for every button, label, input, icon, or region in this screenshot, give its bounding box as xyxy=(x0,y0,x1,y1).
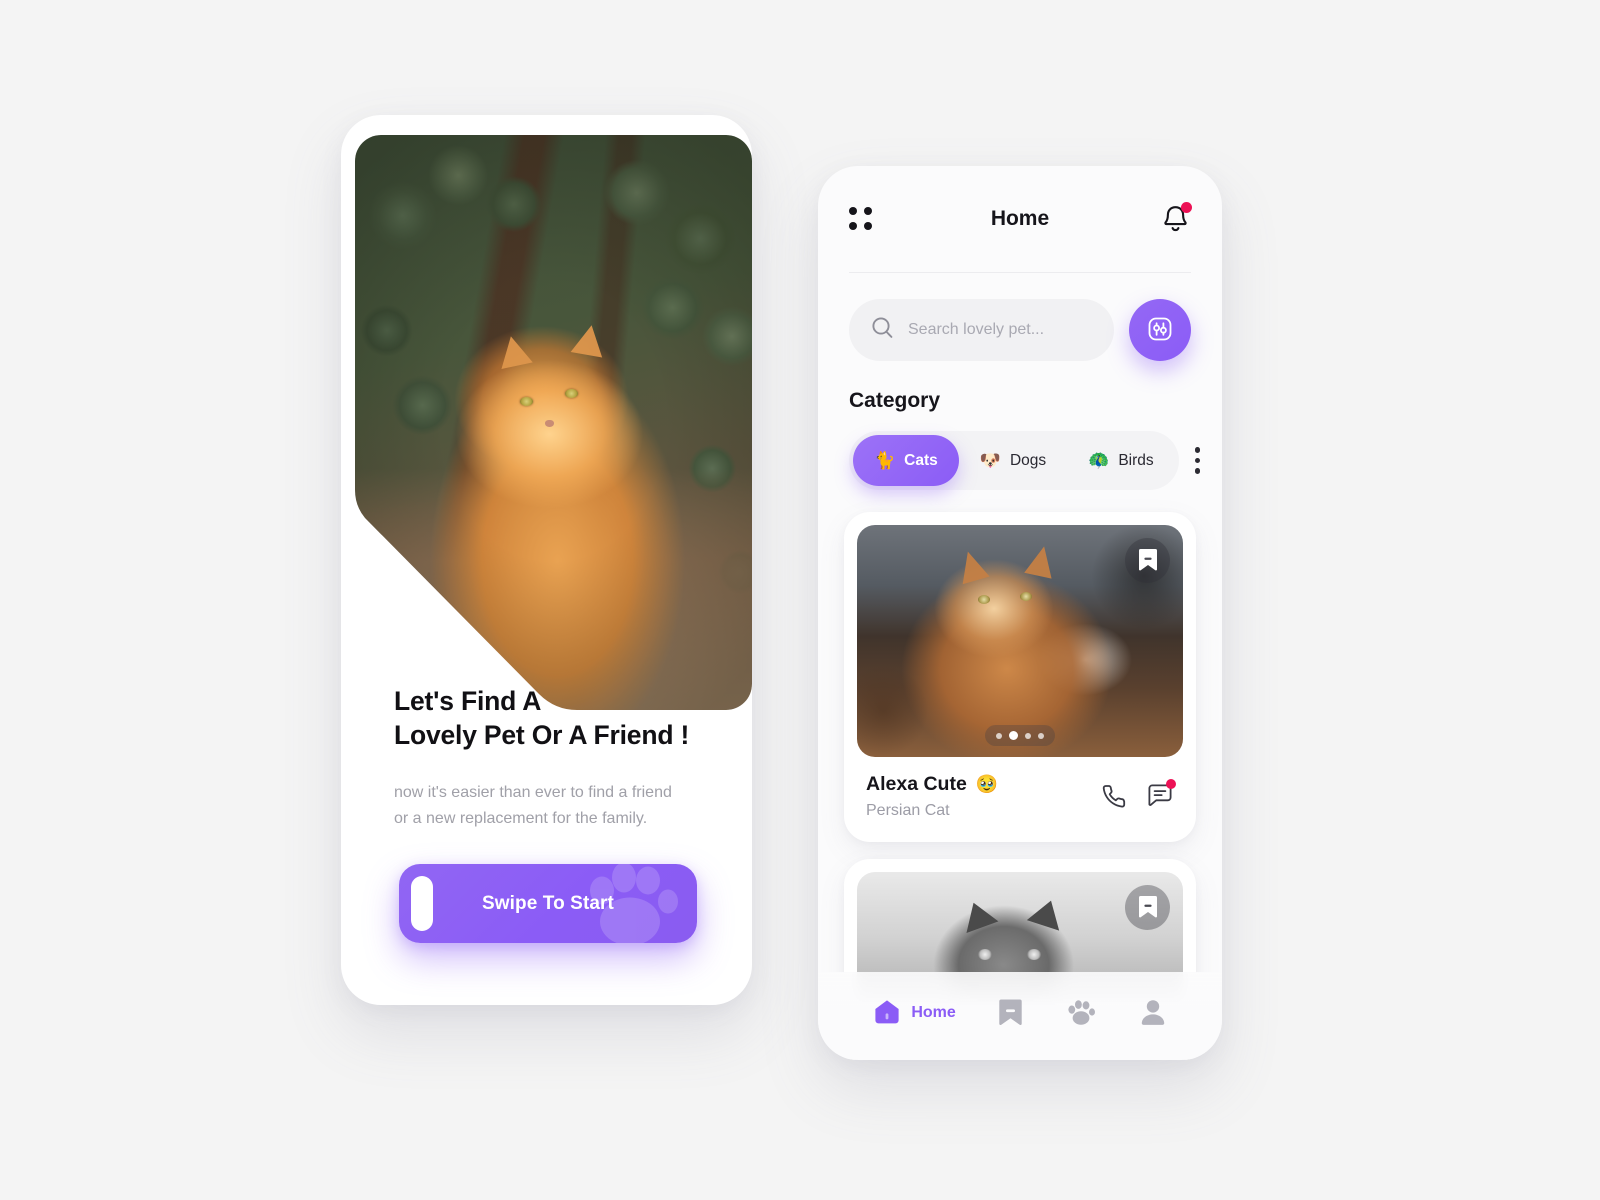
pet-name-row: Alexa Cute 🥹 xyxy=(866,773,1100,796)
pet-breed: Persian Cat xyxy=(866,802,950,819)
paw-icon xyxy=(1066,998,1096,1029)
onboarding-title: Let's Find A Lovely Pet Or A Friend ! xyxy=(394,685,714,753)
category-chip-cats[interactable]: 🐈 Cats xyxy=(853,435,959,486)
bookmark-button[interactable] xyxy=(1125,885,1170,930)
notification-badge xyxy=(1181,202,1192,213)
swipe-to-start-button[interactable]: Swipe To Start xyxy=(399,864,697,943)
search-icon xyxy=(871,316,894,344)
bird-emoji-icon: 🦚 xyxy=(1088,451,1110,470)
onboarding-title-line-1: Let's Find A xyxy=(394,686,542,716)
kebab-dot xyxy=(1194,457,1201,464)
bookmark-icon xyxy=(1138,895,1158,921)
pet-card-photo[interactable] xyxy=(857,525,1183,757)
kebab-dot xyxy=(1194,468,1201,474)
pet-card-meta: Alexa Cute 🥹 Persian Cat xyxy=(857,757,1183,829)
pet-card-actions xyxy=(1100,778,1176,812)
onboarding-subtitle-line-2: or a new replacement for the family. xyxy=(394,809,648,827)
screenshot-canvas: Let's Find A Lovely Pet Or A Friend ! no… xyxy=(0,0,1600,1200)
dog-emoji-icon: 🐶 xyxy=(979,451,1001,470)
onboarding-title-line-2: Lovely Pet Or A Friend ! xyxy=(394,719,690,750)
search-box[interactable] xyxy=(849,299,1114,361)
nav-item-home-label: Home xyxy=(911,1004,956,1021)
call-button[interactable] xyxy=(1100,782,1127,812)
bookmark-icon xyxy=(998,998,1023,1029)
phone-icon xyxy=(1100,782,1127,812)
bell-icon xyxy=(1161,206,1190,238)
onboarding-screen: Let's Find A Lovely Pet Or A Friend ! no… xyxy=(341,115,752,1005)
nav-item-pets[interactable] xyxy=(1066,998,1096,1029)
person-icon xyxy=(1139,998,1167,1029)
cat-ear-right xyxy=(1023,543,1058,579)
grid-dot xyxy=(849,222,857,230)
cat-eye-left xyxy=(977,594,990,604)
category-chip-cats-label: Cats xyxy=(904,451,938,469)
carousel-dot-active[interactable] xyxy=(1009,731,1018,740)
category-chips-track: 🐈 Cats 🐶 Dogs 🦚 Birds xyxy=(849,431,1179,490)
kebab-menu-icon[interactable] xyxy=(1183,447,1213,474)
app-header: Home xyxy=(818,166,1222,272)
category-chip-birds-label: Birds xyxy=(1118,451,1154,469)
onboarding-copy: Let's Find A Lovely Pet Or A Friend ! no… xyxy=(394,685,714,832)
swipe-to-start-label: Swipe To Start xyxy=(482,892,614,914)
cat-eye-right xyxy=(1026,948,1041,960)
carousel-dot[interactable] xyxy=(996,732,1002,739)
sliders-icon xyxy=(1145,314,1175,347)
grid-dot xyxy=(849,207,857,215)
notifications-button[interactable] xyxy=(1161,202,1192,238)
cat-nose xyxy=(545,420,554,427)
cat-eye-left xyxy=(520,397,533,406)
home-screen: Home Search lovely pet... Category 🐈 Cat… xyxy=(818,166,1222,1060)
pet-name-emoji-icon: 🥹 xyxy=(975,774,999,794)
kebab-dot xyxy=(1194,447,1201,453)
onboarding-subtitle: now it's easier than ever to find a frie… xyxy=(394,780,714,832)
pet-name: Alexa Cute xyxy=(866,773,967,795)
pet-card[interactable]: Alexa Cute 🥹 Persian Cat xyxy=(844,512,1196,842)
carousel-dot[interactable] xyxy=(1038,732,1044,739)
search-row xyxy=(818,273,1222,361)
category-chips-row: 🐈 Cats 🐶 Dogs 🦚 Birds xyxy=(818,413,1222,490)
category-chip-dogs-label: Dogs xyxy=(1009,451,1047,469)
cat-emoji-icon: 🐈 xyxy=(874,451,896,470)
cat-eye-left xyxy=(977,948,992,960)
nav-item-home[interactable]: Home xyxy=(873,998,956,1029)
carousel-dot[interactable] xyxy=(1025,732,1031,739)
hero-image-container xyxy=(355,135,752,710)
search-input[interactable] xyxy=(908,321,1092,339)
category-section-title: Category xyxy=(849,389,941,412)
chat-unread-badge xyxy=(1166,778,1176,789)
grid-dot xyxy=(864,207,872,215)
pet-card-names: Alexa Cute 🥹 Persian Cat xyxy=(866,773,1100,820)
chat-button[interactable] xyxy=(1146,778,1176,812)
grid-dots-icon[interactable] xyxy=(849,207,873,231)
bookmark-button[interactable] xyxy=(1125,538,1170,583)
nav-item-saved[interactable] xyxy=(998,998,1023,1029)
onboarding-subtitle-line-1: now it's easier than ever to find a frie… xyxy=(394,783,672,801)
cat-ear-right xyxy=(571,322,608,357)
home-icon xyxy=(873,998,901,1029)
hero-image-ginger-cat xyxy=(355,135,752,710)
filter-button[interactable] xyxy=(1129,299,1191,361)
carousel-dots[interactable] xyxy=(985,725,1055,746)
swipe-handle[interactable] xyxy=(411,876,433,931)
category-chip-birds[interactable]: 🦚 Birds xyxy=(1067,435,1175,486)
bookmark-icon xyxy=(1138,548,1158,574)
category-chip-dogs[interactable]: 🐶 Dogs xyxy=(959,435,1067,486)
grid-dot xyxy=(864,222,872,230)
nav-item-profile[interactable] xyxy=(1139,998,1167,1029)
bottom-navigation: Home xyxy=(818,972,1222,1060)
paw-print-icon xyxy=(583,864,679,943)
